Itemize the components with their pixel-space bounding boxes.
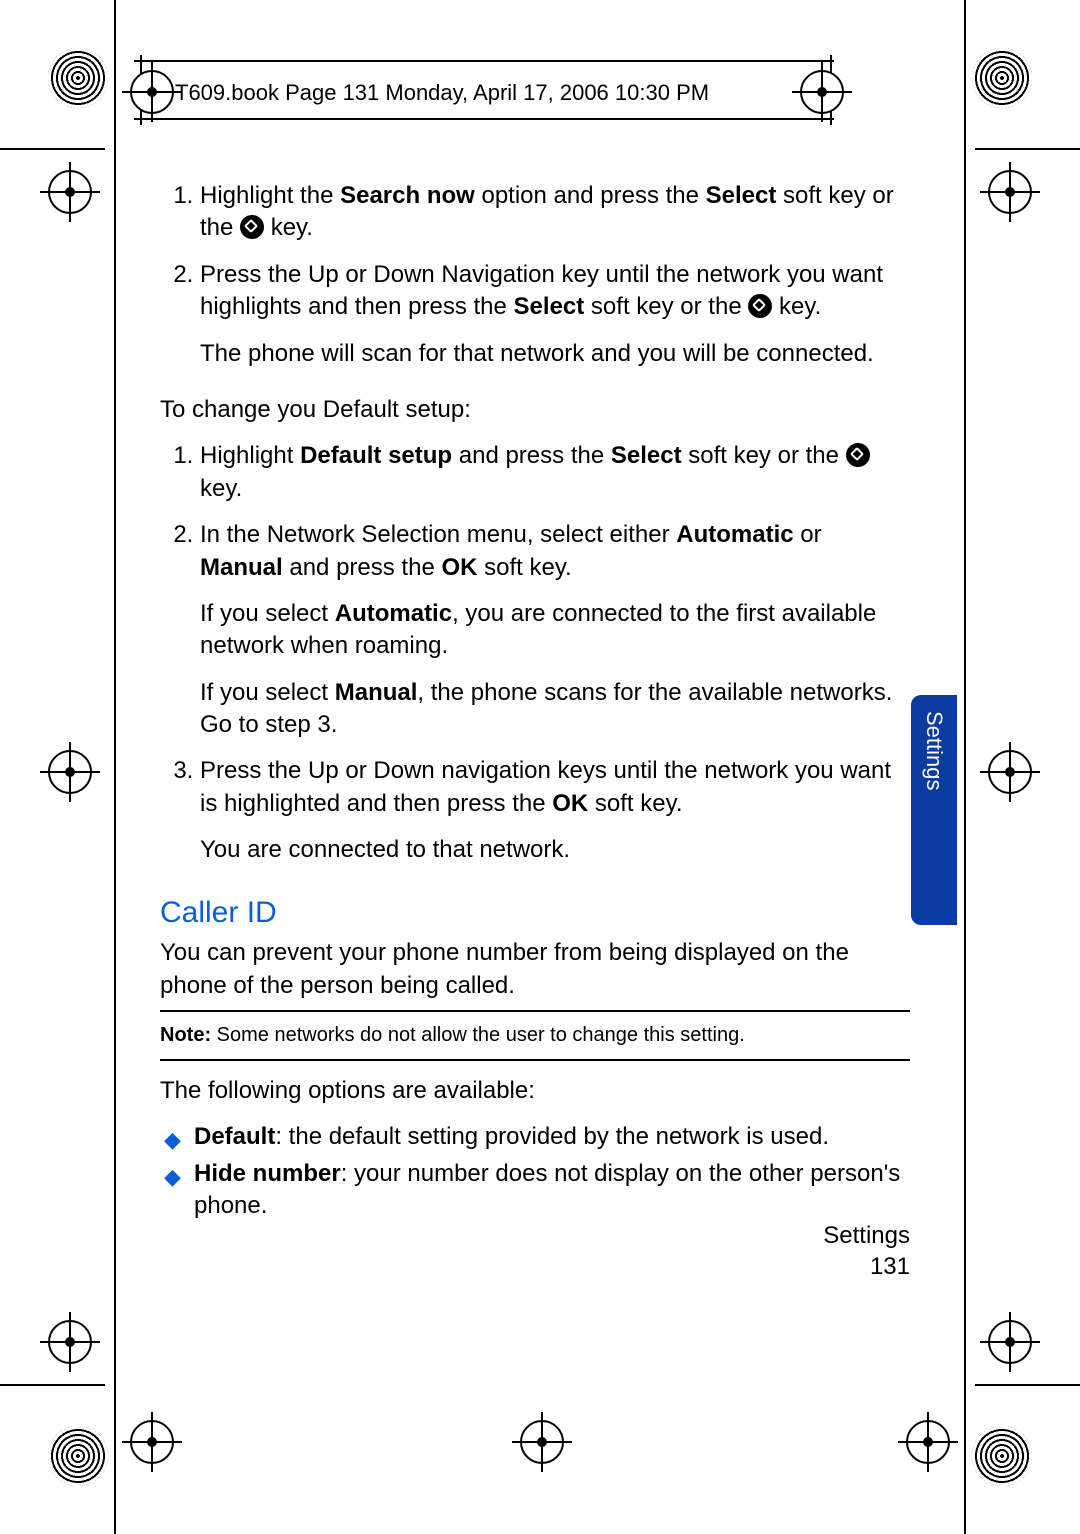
step-item: In the Network Selection menu, select ei… <box>200 519 910 741</box>
text: or <box>794 521 822 548</box>
registration-mark-icon <box>520 1420 564 1464</box>
text: In the Network Selection menu, select ei… <box>200 521 676 548</box>
header-rule <box>134 118 834 120</box>
step-item: Highlight Default setup and press the Se… <box>200 440 910 505</box>
followup-text: The phone will scan for that network and… <box>200 338 910 370</box>
text: option and press the <box>475 182 706 209</box>
spiral-icon <box>972 48 1032 108</box>
diamond-bullet-icon: ◆ <box>164 1162 181 1192</box>
bold-text: Default setup <box>300 442 452 469</box>
crop-line <box>975 148 1080 150</box>
note-lead: Note: <box>160 1024 217 1046</box>
text: : the default setting provided by the ne… <box>275 1123 829 1150</box>
footer-section-name: Settings <box>823 1220 910 1251</box>
text: Highlight <box>200 442 300 469</box>
crop-line <box>0 148 105 150</box>
text: soft key or the <box>584 293 748 320</box>
text: key. <box>772 293 821 320</box>
registration-mark-icon <box>988 170 1032 214</box>
followup-text: If you select Automatic, you are connect… <box>200 598 910 663</box>
spiral-icon <box>972 1426 1032 1486</box>
step-item: Press the Up or Down navigation keys unt… <box>200 755 910 866</box>
manual-page: T609.book Page 131 Monday, April 17, 200… <box>0 0 1080 1534</box>
footer-page-number: 131 <box>823 1251 910 1282</box>
crop-line <box>964 0 966 1534</box>
text: and press the <box>452 442 611 469</box>
options-list: ◆ Default: the default setting provided … <box>160 1121 910 1222</box>
note-body: Some networks do not allow the user to c… <box>217 1024 745 1046</box>
registration-mark-icon <box>906 1420 950 1464</box>
registration-mark-icon <box>988 750 1032 794</box>
text: Highlight the <box>200 182 340 209</box>
bold-text: OK <box>552 790 588 817</box>
text: soft key. <box>477 554 571 581</box>
ok-key-icon <box>846 443 870 467</box>
bold-text: Hide number <box>194 1160 341 1187</box>
followup-text: If you select Manual, the phone scans fo… <box>200 677 910 742</box>
registration-mark-icon <box>48 170 92 214</box>
steps-default-setup: Highlight Default setup and press the Se… <box>160 440 910 866</box>
crop-line <box>114 0 116 1534</box>
diamond-bullet-icon: ◆ <box>164 1125 181 1155</box>
registration-mark-icon <box>48 1320 92 1364</box>
bold-text: Select <box>706 182 777 209</box>
thumb-tab-label: Settings <box>921 711 947 791</box>
spiral-icon <box>48 48 108 108</box>
bold-text: OK <box>441 554 477 581</box>
step-item: Highlight the Search now option and pres… <box>200 180 910 245</box>
registration-mark-icon <box>130 70 174 114</box>
text: key. <box>200 475 242 502</box>
option-item: ◆ Hide number: your number does not disp… <box>164 1158 910 1223</box>
section-heading-caller-id: Caller ID <box>160 893 910 934</box>
ok-key-icon <box>748 294 772 318</box>
spiral-icon <box>48 1426 108 1486</box>
registration-mark-icon <box>48 750 92 794</box>
registration-mark-icon <box>800 70 844 114</box>
thumb-tab-settings: Settings <box>911 695 957 925</box>
bold-text: Select <box>611 442 682 469</box>
registration-mark-icon <box>130 1420 174 1464</box>
caller-id-intro: You can prevent your phone number from b… <box>160 937 910 1002</box>
body-text: Highlight the Search now option and pres… <box>160 180 910 1226</box>
bold-text: Default <box>194 1123 275 1150</box>
header-slug: T609.book Page 131 Monday, April 17, 200… <box>175 80 709 106</box>
header-rule <box>134 60 834 62</box>
ok-key-icon <box>240 215 264 239</box>
crop-line <box>975 1384 1080 1386</box>
option-item: ◆ Default: the default setting provided … <box>164 1121 910 1153</box>
text: and press the <box>283 554 442 581</box>
crop-line <box>0 1384 105 1386</box>
steps-search-now: Highlight the Search now option and pres… <box>160 180 910 370</box>
bold-text: Search now <box>340 182 475 209</box>
horizontal-rule <box>160 1010 910 1012</box>
horizontal-rule <box>160 1059 910 1061</box>
page-footer: Settings 131 <box>823 1220 910 1282</box>
bold-text: Manual <box>335 679 418 706</box>
step-item: Press the Up or Down Navigation key unti… <box>200 259 910 370</box>
note-text: Note: Some networks do not allow the use… <box>160 1022 910 1049</box>
bold-text: Select <box>514 293 585 320</box>
text: key. <box>264 214 313 241</box>
registration-mark-icon <box>988 1320 1032 1364</box>
intro-default-setup: To change you Default setup: <box>160 394 910 426</box>
text: Press the Up or Down navigation keys unt… <box>200 757 891 816</box>
bold-text: Automatic <box>335 600 452 627</box>
bold-text: Manual <box>200 554 283 581</box>
text: If you select <box>200 600 335 627</box>
text: soft key. <box>588 790 682 817</box>
text: soft key or the <box>682 442 846 469</box>
bold-text: Automatic <box>676 521 793 548</box>
options-intro: The following options are available: <box>160 1075 910 1107</box>
text: If you select <box>200 679 335 706</box>
followup-text: You are connected to that network. <box>200 834 910 866</box>
